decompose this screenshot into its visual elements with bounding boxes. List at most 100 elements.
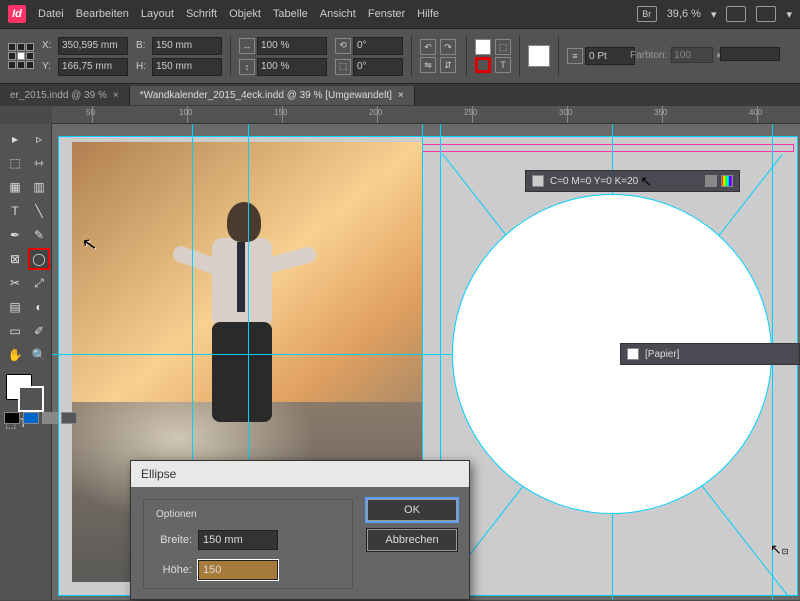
eyedropper-tool[interactable]: ✐ bbox=[28, 320, 50, 342]
container-icon[interactable]: ⬚ bbox=[495, 39, 511, 55]
swatch-square-icon bbox=[532, 175, 544, 187]
reference-point[interactable] bbox=[8, 43, 34, 69]
shear-icon: ⬚ bbox=[335, 59, 351, 75]
ellipse-height-input[interactable] bbox=[198, 560, 278, 580]
menu-object[interactable]: Objekt bbox=[229, 8, 261, 20]
content-collector-tool[interactable]: ▦ bbox=[4, 176, 26, 198]
preview-view-icon[interactable] bbox=[23, 412, 39, 424]
direct-selection-tool[interactable]: ▹ bbox=[28, 128, 50, 150]
close-icon[interactable]: × bbox=[113, 90, 119, 101]
paper-tip-label: [Papier] bbox=[645, 349, 679, 360]
ellipse-dialog: Ellipse Optionen Breite: Höhe: OK Abbrec… bbox=[130, 460, 470, 600]
toolbox: ▸ ▹ ⬚ ⇿ ▦ ▥ T ╲ ✒ ✎ ⊠ ◯ ✂ ⤢ ▤ ◐ ▭ ✐ ✋ 🔍 … bbox=[0, 124, 52, 600]
horizontal-ruler[interactable]: 50 100 150 200 250 300 350 400 bbox=[52, 106, 800, 124]
app-logo: Id bbox=[8, 5, 26, 23]
scale-y-icon: ↕ bbox=[239, 59, 255, 75]
x-label: X: bbox=[42, 40, 56, 51]
rotate-input[interactable] bbox=[353, 37, 403, 55]
stroke-weight-input[interactable] bbox=[585, 47, 635, 65]
h-label: H: bbox=[136, 61, 150, 72]
tint-group: Farbton: ▸ bbox=[630, 47, 722, 63]
y-label: Y: bbox=[42, 61, 56, 72]
menu-help[interactable]: Hilfe bbox=[417, 8, 439, 20]
options-legend: Optionen bbox=[152, 509, 201, 520]
type-tool[interactable]: T bbox=[4, 200, 26, 222]
stroke-weight-icon: ≡ bbox=[567, 48, 583, 64]
menu-window[interactable]: Fenster bbox=[368, 8, 405, 20]
tab-doc-2[interactable]: *Wandkalender_2015_4eck.indd @ 39 % [Umg… bbox=[130, 86, 415, 105]
y-input[interactable] bbox=[58, 58, 128, 76]
menu-file[interactable]: Datei bbox=[38, 8, 64, 20]
tint-label: Farbton: bbox=[630, 50, 667, 61]
close-icon[interactable]: × bbox=[398, 90, 404, 101]
pencil-tool[interactable]: ✎ bbox=[28, 224, 50, 246]
bleed-view-icon[interactable] bbox=[42, 412, 58, 424]
gradient-swatch-tool[interactable]: ▤ bbox=[4, 296, 26, 318]
cursor-icon: ↖ bbox=[640, 173, 652, 190]
rectangle-frame-tool[interactable]: ⊠ bbox=[4, 248, 26, 270]
cancel-button[interactable]: Abbrechen bbox=[367, 529, 457, 551]
ok-button[interactable]: OK bbox=[367, 499, 457, 521]
free-transform-tool[interactable]: ⤢ bbox=[28, 272, 50, 294]
tint-input[interactable] bbox=[671, 47, 713, 63]
width-input[interactable] bbox=[152, 37, 222, 55]
line-tool[interactable]: ╲ bbox=[28, 200, 50, 222]
menu-view[interactable]: Ansicht bbox=[320, 8, 356, 20]
menu-type[interactable]: Schrift bbox=[186, 8, 217, 20]
scissors-tool[interactable]: ✂ bbox=[4, 272, 26, 294]
content-placer-tool[interactable]: ▥ bbox=[28, 176, 50, 198]
fill-swatch-icon[interactable] bbox=[475, 39, 491, 55]
color-tip-label: C=0 M=0 Y=0 K=20 bbox=[550, 176, 638, 187]
gap-tool[interactable]: ⇿ bbox=[28, 152, 50, 174]
screen-mode-icon[interactable] bbox=[726, 6, 746, 22]
rotate-icon: ⟲ bbox=[335, 38, 351, 54]
fill-color-swatch[interactable] bbox=[528, 45, 550, 67]
zoom-dropdown-icon[interactable]: ▾ bbox=[711, 8, 717, 21]
pen-tool[interactable]: ✒ bbox=[4, 224, 26, 246]
x-input[interactable] bbox=[58, 37, 128, 55]
scale-y-input[interactable] bbox=[257, 58, 327, 76]
ellipse-tool[interactable]: ◯ bbox=[28, 248, 50, 270]
rotate-ccw-icon[interactable]: ↶ bbox=[420, 39, 436, 55]
gradient-feather-tool[interactable]: ◐ bbox=[28, 296, 50, 318]
page-tool[interactable]: ⬚ bbox=[4, 152, 26, 174]
swatch-kind-icon bbox=[705, 175, 717, 187]
text-icon[interactable]: T bbox=[495, 57, 511, 73]
view-mode-buttons bbox=[4, 412, 77, 424]
swatch-square-icon bbox=[627, 348, 639, 360]
color-mode-icon bbox=[721, 175, 733, 187]
paper-tip[interactable]: [Papier] bbox=[620, 343, 800, 365]
shear-input[interactable] bbox=[353, 58, 403, 76]
menu-table[interactable]: Tabelle bbox=[273, 8, 308, 20]
height-label: Höhe: bbox=[152, 564, 192, 576]
color-tip[interactable]: C=0 M=0 Y=0 K=20 ↖ bbox=[525, 170, 740, 192]
selection-tool[interactable]: ▸ bbox=[4, 128, 26, 150]
flip-v-icon[interactable]: ⇵ bbox=[440, 57, 456, 73]
w-label: B: bbox=[136, 40, 150, 51]
menu-layout[interactable]: Layout bbox=[141, 8, 174, 20]
zoom-tool[interactable]: 🔍 bbox=[28, 344, 50, 366]
note-tool[interactable]: ▭ bbox=[4, 320, 26, 342]
arrange-icon[interactable] bbox=[756, 6, 776, 22]
normal-view-icon[interactable] bbox=[4, 412, 20, 424]
fill-stroke-swatch[interactable] bbox=[4, 374, 50, 414]
stroke-style-line[interactable] bbox=[720, 47, 780, 61]
height-input[interactable] bbox=[152, 58, 222, 76]
workspace-dropdown-icon[interactable]: ▾ bbox=[786, 8, 792, 21]
slug-view-icon[interactable] bbox=[61, 412, 77, 424]
ellipse-width-input[interactable] bbox=[198, 530, 278, 550]
stroke-swatch-icon[interactable] bbox=[475, 57, 491, 73]
hand-tool[interactable]: ✋ bbox=[4, 344, 26, 366]
zoom-level[interactable]: 39,6 % bbox=[667, 8, 701, 20]
menu-edit[interactable]: Bearbeiten bbox=[76, 8, 129, 20]
bridge-button[interactable]: Br bbox=[637, 6, 657, 22]
menubar: Id Datei Bearbeiten Layout Schrift Objek… bbox=[0, 0, 800, 28]
rotate-cw-icon[interactable]: ↷ bbox=[440, 39, 456, 55]
flip-h-icon[interactable]: ⇋ bbox=[420, 57, 436, 73]
dialog-title: Ellipse bbox=[131, 461, 469, 487]
scale-x-input[interactable] bbox=[257, 37, 327, 55]
width-label: Breite: bbox=[152, 534, 192, 546]
tab-doc-1[interactable]: er_2015.indd @ 39 %× bbox=[0, 86, 130, 105]
scale-x-icon: ↔ bbox=[239, 38, 255, 54]
document-tabs: er_2015.indd @ 39 %× *Wandkalender_2015_… bbox=[0, 84, 800, 106]
